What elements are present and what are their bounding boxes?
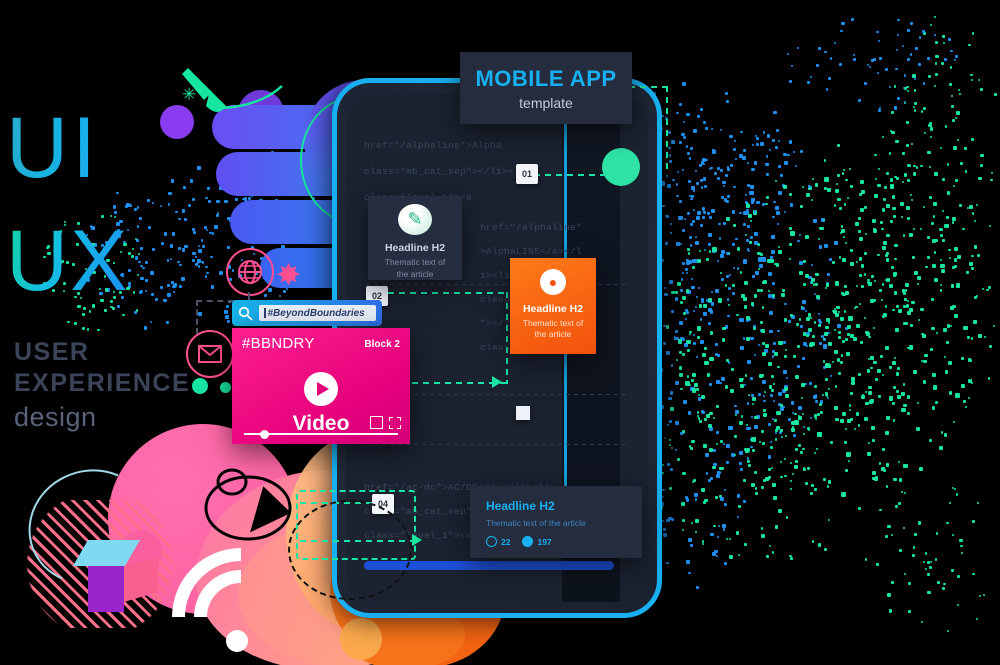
ui-headline: UI xyxy=(6,100,100,196)
search-bar[interactable]: #BeyondBoundaries xyxy=(232,300,382,326)
globe-icon xyxy=(226,248,274,296)
green-dot-2 xyxy=(220,382,231,393)
dashed-circle xyxy=(288,500,412,600)
teal-card-body-2: the article xyxy=(396,268,434,279)
stat-clock-value: 22 xyxy=(501,536,511,547)
orange-article-card[interactable]: ● Headline H2 Thematic text of the artic… xyxy=(510,258,596,354)
comment-icon xyxy=(522,536,534,547)
fullscreen-icon[interactable] xyxy=(389,416,401,429)
video-progress-knob[interactable] xyxy=(260,429,269,439)
user-experience-block: USER EXPERIENCE design xyxy=(14,337,190,433)
envelope-icon xyxy=(186,330,234,378)
orange-dot xyxy=(340,618,382,660)
green-dot-1 xyxy=(192,378,208,394)
user-icon: ● xyxy=(540,269,566,295)
video-block-label: Block 2 xyxy=(364,339,400,350)
marker-01[interactable]: 01 xyxy=(516,164,538,184)
marker-square[interactable] xyxy=(516,406,530,420)
pencil-icon: ✎ xyxy=(398,204,432,236)
stat-clock: 22 xyxy=(486,536,510,547)
ux-headline: UX xyxy=(6,213,130,309)
orange-card-body-1: Thematic text of xyxy=(522,318,584,328)
clock-icon xyxy=(486,536,497,547)
paintbrush-icon xyxy=(182,68,283,112)
bottom-article-card[interactable]: Headline H2 Thematic text of the article… xyxy=(470,486,642,558)
stat-comment: 197 xyxy=(522,536,552,547)
code-line: class="mb_cat_sep"></li><li xyxy=(364,166,527,177)
design-label: design xyxy=(14,402,97,432)
cube-icon xyxy=(72,540,158,612)
mobile-app-subtitle: template xyxy=(519,94,573,111)
code-line: href="/alphaline" xyxy=(480,222,583,233)
orange-card-body-2: the article xyxy=(534,329,572,340)
orange-card-title: Headline H2 xyxy=(522,303,584,315)
green-ball xyxy=(602,148,640,186)
video-tag: #BBNDRY xyxy=(242,335,315,352)
search-icon xyxy=(238,306,253,321)
pip-icon[interactable] xyxy=(370,416,383,429)
video-card[interactable]: #BBNDRY Block 2 Video xyxy=(232,328,410,444)
experience-label: EXPERIENCE xyxy=(14,368,191,397)
icon-connector xyxy=(196,300,234,334)
connector-top-vertical xyxy=(666,86,668,174)
code-line: href="/alphaline">Alpha xyxy=(364,140,503,151)
mobile-app-title: MOBILE APP xyxy=(475,65,617,91)
bottom-card-stats: 22 197 xyxy=(486,536,626,547)
search-value: #BeyondBoundaries xyxy=(267,307,365,319)
mobile-app-card[interactable]: MOBILE APP template xyxy=(460,52,632,124)
connector-01 xyxy=(534,174,604,176)
play-icon[interactable] xyxy=(304,372,338,406)
wifi-dot xyxy=(226,630,248,652)
bottom-card-body: Thematic text of the article xyxy=(486,518,586,528)
gear-icon: ✸ xyxy=(276,259,302,292)
sparkle-icon: ✳ xyxy=(182,85,197,104)
illustration-canvas: UI UX USER EXPERIENCE design ✳ href="/al… xyxy=(0,0,1000,665)
user-label: USER xyxy=(14,338,90,366)
teal-card-title: Headline H2 xyxy=(384,242,446,255)
code-line: i><li xyxy=(480,270,511,281)
code-line: >AlphaLINE</a></l xyxy=(480,246,583,257)
text-caret xyxy=(264,308,266,318)
search-input[interactable]: #BeyondBoundaries xyxy=(259,305,376,321)
teal-card-body-1: Thematic text of xyxy=(384,257,446,268)
stat-comment-value: 197 xyxy=(537,536,552,547)
bottom-card-title: Headline H2 xyxy=(486,499,555,513)
teal-article-card[interactable]: ✎ Headline H2 Thematic text of the artic… xyxy=(368,196,462,280)
